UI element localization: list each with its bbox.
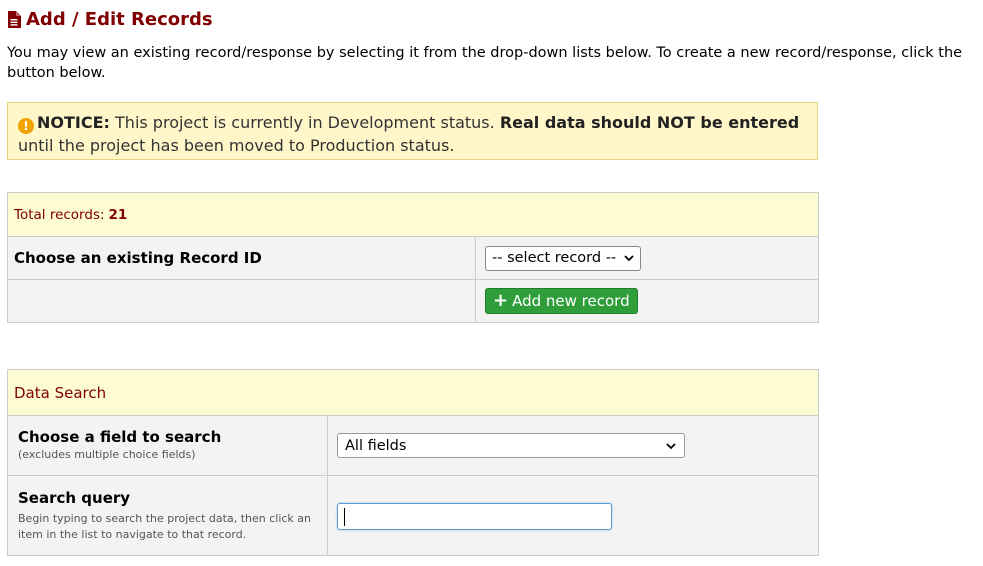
data-search-header: Data Search	[8, 370, 818, 415]
search-query-label: Search query	[18, 489, 131, 507]
total-records-count: 21	[108, 206, 128, 223]
search-field-label-cell: Choose a field to search (excludes multi…	[8, 416, 328, 475]
add-record-empty-cell	[8, 280, 476, 322]
search-query-help: Begin typing to search the project data,…	[18, 512, 312, 541]
choose-record-select-cell: -- select record --	[476, 237, 642, 279]
search-field-select-cell: All fields	[328, 416, 685, 475]
records-table: Total records: 21 Choose an existing Rec…	[7, 192, 819, 323]
records-header: Total records: 21	[8, 193, 818, 236]
plus-icon: +	[493, 290, 509, 311]
choose-record-label: Choose an existing Record ID	[14, 249, 262, 267]
add-record-row: + Add new record	[8, 279, 818, 322]
text-caret	[344, 507, 345, 526]
intro-text: You may view an existing record/response…	[7, 45, 963, 81]
chevron-down-icon	[624, 255, 634, 262]
search-query-label-cell: Search query Begin typing to search the …	[8, 476, 328, 556]
data-search-table: Data Search Choose a field to search (ex…	[7, 369, 819, 556]
notice-text-2: until the project has been moved to Prod…	[18, 136, 455, 155]
warning-icon: !	[18, 118, 34, 134]
page-title-text: Add / Edit Records	[26, 8, 213, 30]
notice-label: NOTICE:	[37, 113, 110, 132]
search-field-select[interactable]: All fields	[337, 433, 685, 458]
search-field-row: Choose a field to search (excludes multi…	[8, 415, 818, 475]
search-query-input[interactable]	[337, 502, 612, 530]
notice-bold-text: Real data should NOT be entered	[499, 113, 800, 132]
search-field-sublabel: (excludes multiple choice fields)	[18, 448, 196, 461]
page-title: Add / Edit Records	[7, 6, 213, 32]
record-select-value: -- select record --	[492, 250, 617, 266]
chevron-down-icon	[666, 442, 676, 449]
add-new-record-label: Add new record	[512, 292, 630, 310]
choose-record-label-cell: Choose an existing Record ID	[8, 237, 476, 279]
file-icon	[8, 10, 21, 28]
notice-text-1: This project is currently in Development…	[109, 113, 500, 132]
record-select[interactable]: -- select record --	[485, 245, 642, 271]
search-query-row: Search query Begin typing to search the …	[8, 475, 818, 556]
search-field-select-value: All fields	[345, 437, 407, 454]
add-record-button-cell: + Add new record	[476, 280, 638, 322]
search-query-input-cell	[328, 476, 612, 556]
search-field-label: Choose a field to search	[18, 428, 222, 446]
add-new-record-button[interactable]: + Add new record	[485, 288, 638, 314]
choose-record-row: Choose an existing Record ID -- select r…	[8, 236, 818, 279]
development-notice: ! NOTICE: This project is currently in De…	[7, 102, 818, 160]
data-search-title: Data Search	[14, 383, 107, 402]
total-records-label: Total records:	[14, 206, 105, 223]
